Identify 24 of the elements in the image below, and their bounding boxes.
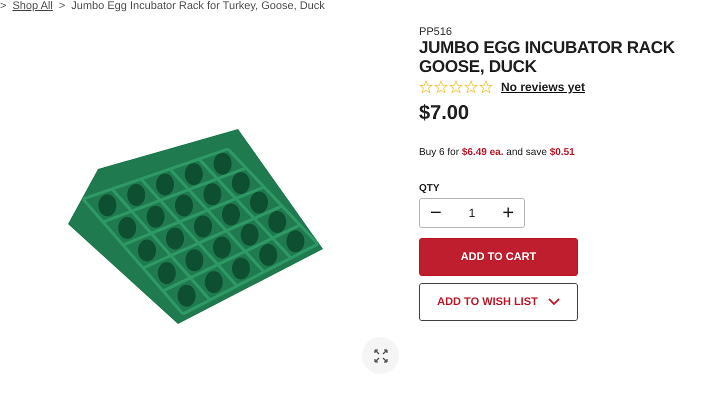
- caret-icon: [548, 298, 560, 306]
- breadcrumb-link[interactable]: Shop All: [12, 0, 53, 14]
- expand-icon: [372, 348, 388, 364]
- quantity-value: 1: [468, 206, 476, 220]
- qty-label: QTY: [419, 183, 441, 194]
- product-price: $7.00: [419, 102, 470, 125]
- star-icon: [479, 80, 493, 94]
- breadcrumb-separator: >: [58, 0, 66, 14]
- star-icon: [434, 80, 448, 94]
- bulk-offer: Buy 6 for $6.49 ea. and save $0.51: [419, 147, 576, 158]
- expand-button[interactable]: [362, 337, 399, 374]
- reviews-link[interactable]: No reviews yet: [501, 80, 586, 94]
- breadcrumb-separator: >: [0, 0, 6, 14]
- increase-button[interactable]: +: [498, 202, 518, 224]
- add-to-cart-button[interactable]: ADD TO CART: [419, 238, 578, 276]
- breadcrumb-current: Jumbo Egg Incubator Rack for Turkey, Goose, Duck: [71, 0, 325, 14]
- add-to-wish-list-button[interactable]: ADD TO WISH LIST: [419, 283, 578, 321]
- star-icon: [464, 80, 478, 94]
- product-title: JUMBO EGG INCUBATOR RACK GOOSE, DUCK: [419, 38, 676, 76]
- star-icon: [419, 80, 433, 94]
- product-sku: PP516: [419, 26, 454, 38]
- decrease-button[interactable]: −: [426, 202, 446, 224]
- quantity-stepper[interactable]: − 1 +: [419, 198, 525, 228]
- star-icon: [449, 80, 463, 94]
